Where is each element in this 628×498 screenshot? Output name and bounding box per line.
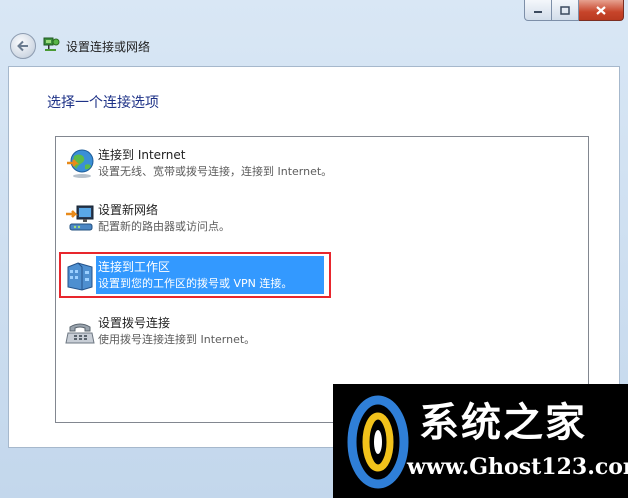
back-arrow-icon	[17, 40, 28, 52]
globe-network-icon	[67, 149, 94, 178]
option-description: 配置新的路由器或访问点。	[98, 220, 230, 233]
dialog-window: 设置连接或网络 选择一个连接选项 连接到 Internet 设置无线、宽带或拨号…	[0, 0, 628, 498]
maximize-icon	[560, 5, 570, 15]
maximize-button[interactable]	[552, 0, 579, 21]
window-title: 设置连接或网络	[66, 40, 151, 54]
watermark-title: 系统之家	[419, 399, 587, 446]
title-bar: 设置连接或网络	[0, 0, 628, 66]
option-title: 设置拨号连接	[98, 316, 171, 330]
option-title: 连接到 Internet	[98, 148, 186, 162]
watermark-url: www.Ghost123.com	[407, 454, 628, 480]
option-description: 使用拨号连接连接到 Internet。	[98, 333, 256, 346]
option-setup-dialup[interactable]: 设置拨号连接 使用拨号连接连接到 Internet。	[58, 312, 318, 350]
network-setup-icon	[43, 37, 60, 51]
back-button[interactable]	[10, 33, 36, 59]
page-heading: 选择一个连接选项	[47, 95, 159, 111]
option-title: 连接到工作区	[98, 260, 171, 274]
close-button[interactable]	[579, 0, 624, 21]
window-controls	[524, 0, 624, 21]
close-icon	[596, 5, 606, 15]
option-description: 设置无线、宽带或拨号连接，连接到 Internet。	[98, 165, 333, 178]
option-title: 设置新网络	[98, 203, 159, 217]
router-monitor-icon	[66, 205, 94, 231]
option-connect-workplace[interactable]: 连接到工作区 设置到您的工作区的拨号或 VPN 连接。	[58, 256, 324, 294]
option-connect-internet[interactable]: 连接到 Internet 设置无线、宽带或拨号连接，连接到 Internet。	[58, 144, 332, 182]
watermark-overlay: 系统之家 www.Ghost123.com	[333, 384, 628, 498]
connection-options-list: 连接到 Internet 设置无线、宽带或拨号连接，连接到 Internet。 …	[55, 136, 589, 423]
system-home-logo-icon	[347, 395, 409, 489]
minimize-button[interactable]	[524, 0, 552, 21]
telephone-modem-icon	[65, 323, 95, 344]
option-setup-new-network[interactable]: 设置新网络 配置新的路由器或访问点。	[58, 199, 318, 237]
option-description: 设置到您的工作区的拨号或 VPN 连接。	[98, 277, 293, 290]
workplace-building-icon	[67, 262, 93, 291]
minimize-icon	[534, 11, 542, 13]
